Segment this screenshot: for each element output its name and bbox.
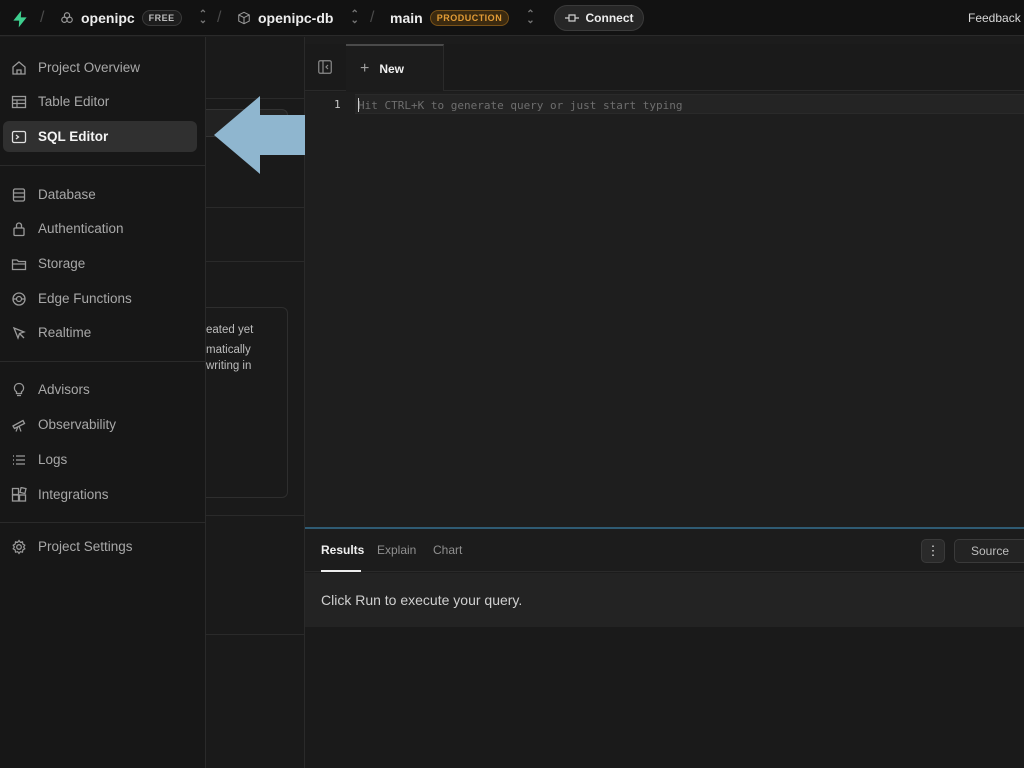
sidebar-divider [0,361,206,362]
sidebar-collapse-icon[interactable] [318,60,332,74]
sidebar-item-storage[interactable]: Storage [3,248,197,279]
storage-icon [10,255,28,273]
sidebar-divider [0,522,206,523]
breadcrumb-separator: / [217,9,222,26]
org-selector[interactable]: openipc FREE ⌃ ⌄ [60,10,207,26]
sidebar-item-label: Authentication [38,221,124,236]
sidebar-item-label: Database [38,187,96,202]
sidebar-item-label: Observability [38,417,117,432]
tab-explain[interactable]: Explain [377,543,416,557]
source-label: Source [971,544,1010,558]
integrations-icon [10,486,28,504]
text-caret [358,98,359,112]
top-bar: / openipc FREE ⌃ ⌄ / openipc-db ⌃ ⌄ / main… [0,0,1024,36]
sidebar: Project Overview Table Editor SQL Editor… [0,37,206,768]
list-icon [10,451,28,469]
sidebar-item-label: Project Overview [38,60,141,75]
connect-button[interactable]: Connect [554,5,644,31]
organization-icon [61,12,73,23]
production-badge: PRODUCTION [429,10,510,26]
empty-state-text: writing in [206,360,252,372]
sidebar-item-edge-functions[interactable]: Edge Functions [3,283,197,314]
chevron-updown-icon[interactable]: ⌃ ⌄ [350,10,358,26]
tab-label: New [379,61,405,76]
results-empty-message: Click Run to execute your query. [321,592,523,608]
tab-new-query[interactable]: + New [346,44,444,91]
breadcrumb-separator: / [40,9,45,26]
terminal-icon [10,128,28,146]
panel-divider [206,515,305,516]
breadcrumb-separator: / [370,9,375,26]
panel-divider [206,261,305,262]
cursor-icon [10,324,28,342]
sidebar-item-realtime[interactable]: Realtime [3,317,197,348]
org-name: openipc [81,10,135,26]
connect-label: Connect [585,11,634,25]
box-icon [238,11,250,25]
tab-results[interactable]: Results [321,543,364,557]
project-selector[interactable]: openipc-db ⌃ ⌄ [237,10,359,26]
plan-badge: FREE [141,10,182,26]
edge-functions-icon [10,290,28,308]
editor-tab-bar: + New [305,44,1024,91]
results-panel: Click Run to execute your query. [305,573,1024,627]
sidebar-item-label: Advisors [38,382,90,397]
empty-state-text: eated yet [206,324,254,336]
chevron-updown-icon[interactable]: ⌃ ⌄ [526,10,534,26]
sidebar-item-integrations[interactable]: Integrations [3,479,197,510]
sidebar-item-label: Logs [38,452,68,467]
line-number: 1 [334,98,341,111]
chevron-updown-icon[interactable]: ⌃ ⌄ [199,10,207,26]
source-selector-button[interactable]: Source [954,539,1024,563]
table-icon [10,93,28,111]
panel-divider [206,634,305,635]
sidebar-divider [0,165,206,166]
sidebar-item-project-settings[interactable]: Project Settings [3,531,197,562]
branch-name: main [390,10,423,26]
plus-icon: + [360,59,370,77]
database-icon [10,186,28,204]
results-tab-bar: Results Explain Chart ⋮ Source [305,529,1024,572]
panel-divider [206,207,305,208]
empty-state-text: matically [206,344,251,356]
supabase-logo-icon[interactable] [10,9,30,29]
home-icon [10,59,28,77]
sidebar-item-sql-editor[interactable]: SQL Editor [3,121,197,152]
sidebar-item-observability[interactable]: Observability [3,409,197,440]
editor-placeholder: Hit CTRL+K to generate query or just sta… [358,99,683,112]
sidebar-item-table-editor[interactable]: Table Editor [3,86,197,117]
results-empty-area [305,627,1024,768]
sidebar-item-project-overview[interactable]: Project Overview [3,52,197,83]
sidebar-item-logs[interactable]: Logs [3,444,197,475]
tab-chart[interactable]: Chart [433,543,462,557]
more-options-button[interactable]: ⋮ [921,539,945,563]
plug-icon [564,14,579,22]
sidebar-item-database[interactable]: Database [3,179,197,210]
sidebar-item-label: Integrations [38,487,109,502]
sidebar-item-label: SQL Editor [38,129,109,144]
feedback-button[interactable]: Feedback [968,11,1021,25]
sidebar-item-label: Edge Functions [38,291,132,306]
telescope-icon [10,416,28,434]
lightbulb-icon [10,381,28,399]
sidebar-item-label: Storage [38,256,86,271]
sql-editor[interactable]: 1 Hit CTRL+K to generate query or just s… [305,92,1024,527]
active-tab-indicator [321,570,361,572]
sidebar-item-label: Realtime [38,325,92,340]
lock-icon [10,220,28,238]
sidebar-item-advisors[interactable]: Advisors [3,374,197,405]
sidebar-item-label: Table Editor [38,94,110,109]
sidebar-item-authentication[interactable]: Authentication [3,213,197,244]
pointer-arrow-icon [214,96,308,174]
gear-icon [10,538,28,556]
project-name: openipc-db [258,10,334,26]
branch-selector[interactable]: main PRODUCTION ⌃ ⌄ [390,10,535,26]
sidebar-item-label: Project Settings [38,539,133,554]
